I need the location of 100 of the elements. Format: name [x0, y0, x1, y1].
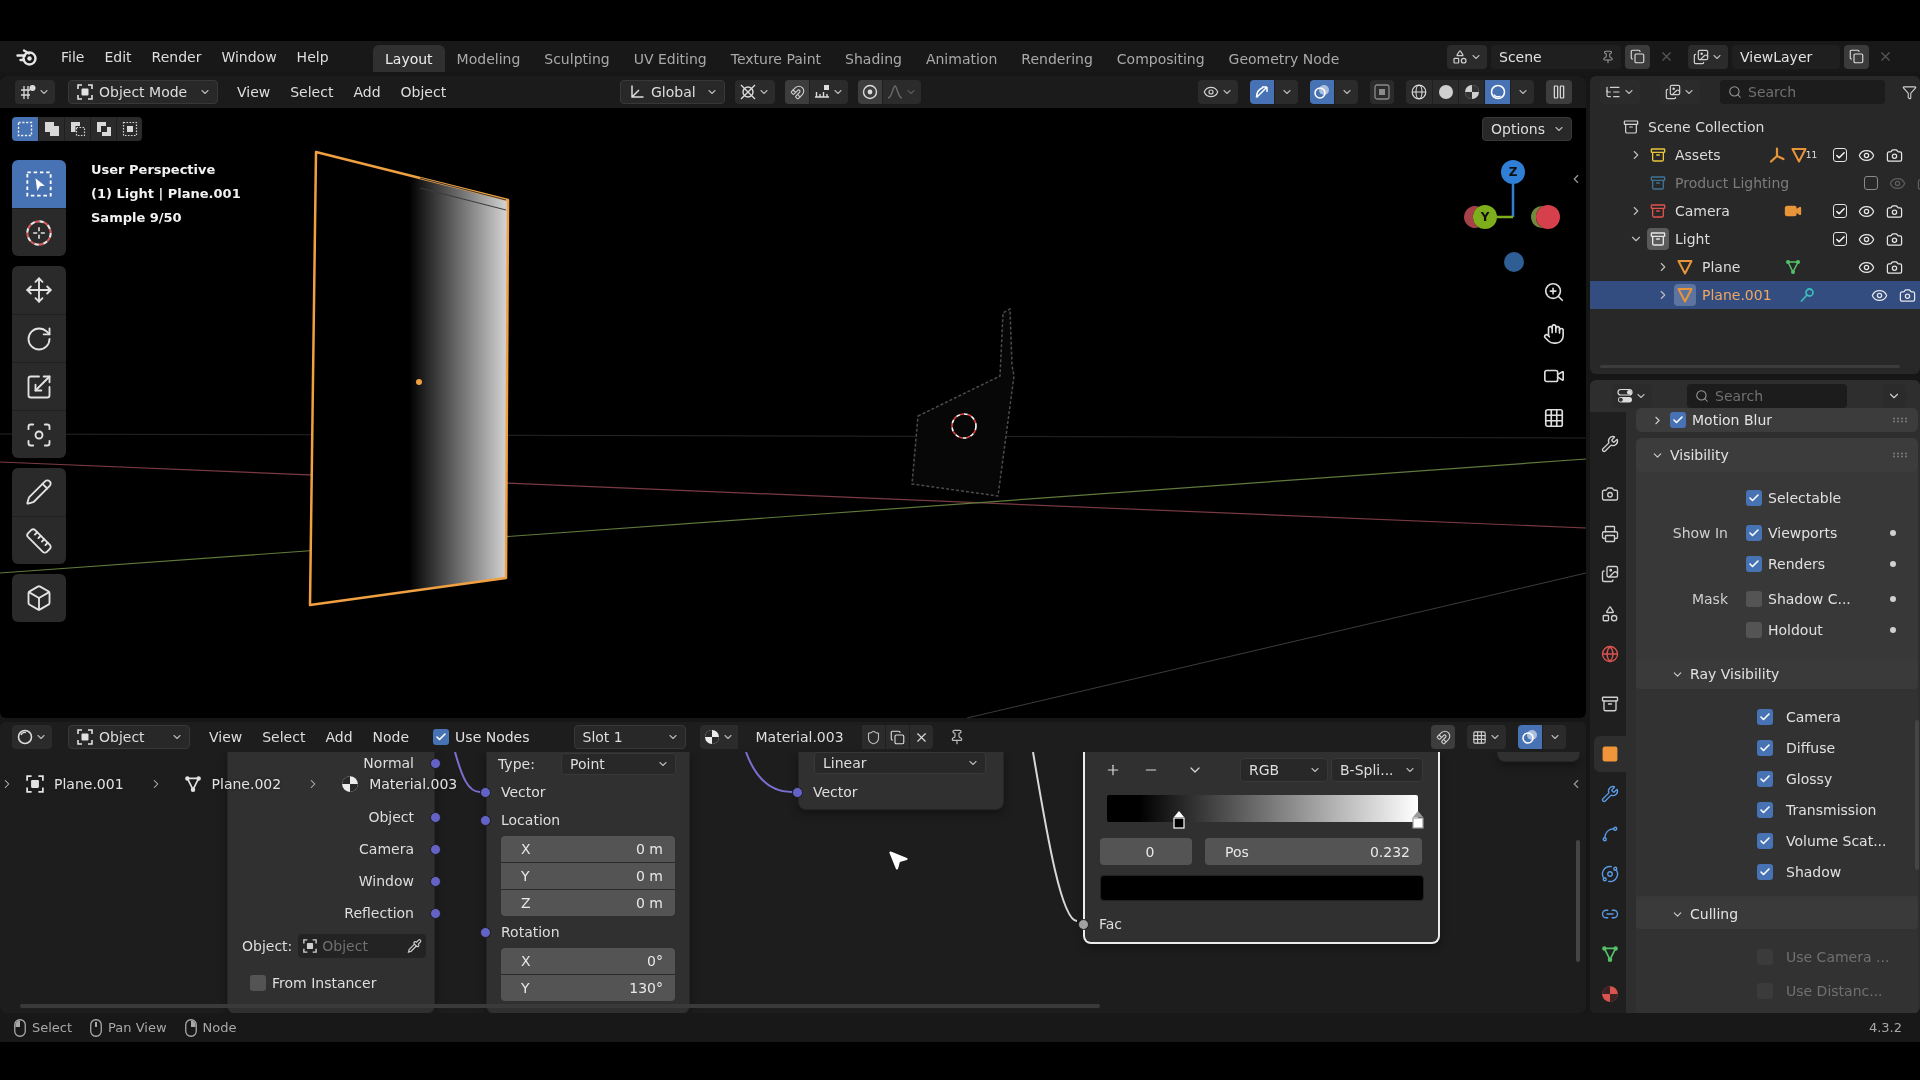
keyframe-dot-icon[interactable] [1890, 595, 1896, 602]
checkbox[interactable] [1746, 524, 1762, 541]
camera-icon[interactable] [1885, 230, 1903, 248]
tool-button[interactable] [12, 516, 66, 564]
eyedropper-icon[interactable] [407, 938, 422, 954]
gizmo-toggle[interactable] [1250, 80, 1274, 104]
number-field[interactable]: Y 0 m [501, 863, 675, 889]
shading-menu-button[interactable] [1510, 80, 1534, 104]
checkbox-label[interactable]: Shadow C... [1768, 590, 1890, 607]
gizmo-menu-button[interactable] [1274, 80, 1298, 104]
menu-item[interactable]: Add [343, 80, 391, 104]
overlay-toggle[interactable] [1518, 725, 1542, 749]
shield-button[interactable] [860, 725, 885, 749]
select-mode-button[interactable] [38, 117, 64, 141]
shading-mode-button[interactable] [1484, 80, 1510, 104]
checkbox-label[interactable]: From Instancer [272, 975, 377, 991]
shader-type-dropdown[interactable]: Object [68, 725, 190, 749]
keyframe-dot-icon[interactable] [1890, 626, 1896, 633]
editor-type-button[interactable] [15, 80, 55, 104]
slot-dropdown[interactable]: Slot 1 [573, 725, 686, 749]
subpanel-header[interactable]: Culling [1636, 899, 1918, 929]
checkbox[interactable] [1757, 739, 1773, 756]
menu-item[interactable]: Window [211, 44, 287, 69]
pivot-button[interactable] [735, 80, 775, 104]
options-dropdown[interactable]: Options [1482, 117, 1572, 141]
tree-item-label[interactable]: Camera [1675, 203, 1758, 219]
checkbox[interactable] [1746, 489, 1762, 506]
workspace-tab[interactable]: UV Editing [621, 45, 719, 72]
material-browse-button[interactable] [699, 725, 738, 749]
camera-icon[interactable] [1601, 485, 1619, 503]
tool-button[interactable] [12, 208, 66, 256]
number-field[interactable]: X 0° [501, 948, 675, 974]
menu-item[interactable]: Add [315, 725, 363, 749]
select-mode-button[interactable] [64, 117, 90, 141]
workspace-tab[interactable]: Compositing [1104, 45, 1217, 72]
checkbox[interactable] [1757, 708, 1773, 725]
number-field[interactable]: Z 0 m [501, 890, 675, 916]
workspace-tab[interactable]: Geometry Node [1216, 45, 1352, 72]
tool-button[interactable] [12, 574, 66, 622]
camera-icon[interactable] [1885, 146, 1903, 164]
shapes-icon[interactable] [1601, 605, 1619, 623]
wrench-icon[interactable] [1601, 435, 1619, 453]
keyframe-dot-icon[interactable] [1890, 560, 1896, 567]
checkbox[interactable] [1757, 770, 1773, 787]
checkbox[interactable] [1746, 555, 1762, 572]
axis-ball[interactable]: Y [1473, 205, 1497, 229]
workspace-tab[interactable]: Modeling [444, 45, 533, 72]
menu-item[interactable]: Help [286, 44, 339, 69]
tool-button[interactable] [12, 410, 66, 458]
socket-icon[interactable] [430, 907, 441, 919]
node-link[interactable] [745, 751, 793, 793]
checkbox-label[interactable]: Transmission [1786, 801, 1918, 818]
socket-icon[interactable] [480, 926, 491, 938]
axis-ball[interactable] [1536, 205, 1560, 229]
select-mode-button[interactable] [90, 117, 116, 141]
mode-dropdown[interactable]: Object Mode [68, 80, 218, 104]
tree-item-label[interactable]: Scene Collection [1648, 119, 1908, 135]
zoom-icon[interactable] [1543, 281, 1565, 303]
type-dropdown[interactable]: Point [561, 753, 676, 775]
socket-icon[interactable] [430, 757, 441, 769]
properties-tab[interactable] [1594, 736, 1626, 772]
checkbox-label[interactable]: Camera [1786, 708, 1918, 725]
menu-item[interactable]: Select [252, 725, 316, 749]
menu-item[interactable]: Render [141, 44, 212, 69]
socket-icon[interactable] [1078, 918, 1089, 930]
tool-button[interactable] [12, 266, 66, 314]
pin-icon[interactable] [1601, 49, 1615, 64]
tree-item-label[interactable]: Product Lighting [1675, 175, 1790, 191]
tree-item-label[interactable]: Light [1675, 231, 1758, 247]
tree-item-label[interactable]: Plane.001 [1702, 287, 1772, 303]
menu-item[interactable]: Object [390, 80, 457, 104]
scene-browse-button[interactable] [1447, 44, 1487, 69]
overlay-toggle[interactable] [1310, 80, 1334, 104]
snap-target-button[interactable] [809, 80, 848, 104]
menu-item[interactable]: View [199, 725, 253, 749]
checkbox[interactable] [250, 975, 266, 991]
square-icon[interactable] [1601, 745, 1619, 763]
menu-item[interactable]: Node [362, 725, 420, 749]
panel-header[interactable]: Motion Blur [1636, 408, 1918, 432]
tool-button[interactable] [12, 468, 66, 516]
workspace-tab[interactable]: Texture Paint [718, 45, 834, 72]
hand-icon[interactable] [1543, 323, 1565, 345]
xray-toggle[interactable] [1370, 80, 1394, 104]
keyframe-dot-icon[interactable] [1890, 529, 1896, 536]
object-field[interactable]: Object [298, 934, 426, 958]
visibility-button[interactable] [1198, 80, 1238, 104]
number-field[interactable]: 0 [1100, 838, 1192, 865]
number-field[interactable]: Y 130° [501, 975, 675, 1001]
vertical-scrollbar[interactable] [1576, 840, 1580, 962]
camera-icon[interactable] [1899, 286, 1917, 304]
checkbox-label[interactable]: Volume Scat... [1786, 832, 1918, 849]
subpanel-header[interactable]: Ray Visibility [1636, 659, 1918, 689]
overlay-menu-button[interactable] [1334, 80, 1358, 104]
printer-icon[interactable] [1601, 525, 1619, 543]
color-stop-marker[interactable] [1412, 811, 1424, 829]
snap-target-button[interactable] [1467, 725, 1506, 749]
checkbox[interactable] [433, 729, 450, 745]
checkbox-label[interactable]: Glossy [1786, 770, 1918, 787]
interpolation-dropdown[interactable]: B-Spli... [1331, 758, 1423, 782]
orientation-dropdown[interactable]: Global [620, 80, 725, 104]
